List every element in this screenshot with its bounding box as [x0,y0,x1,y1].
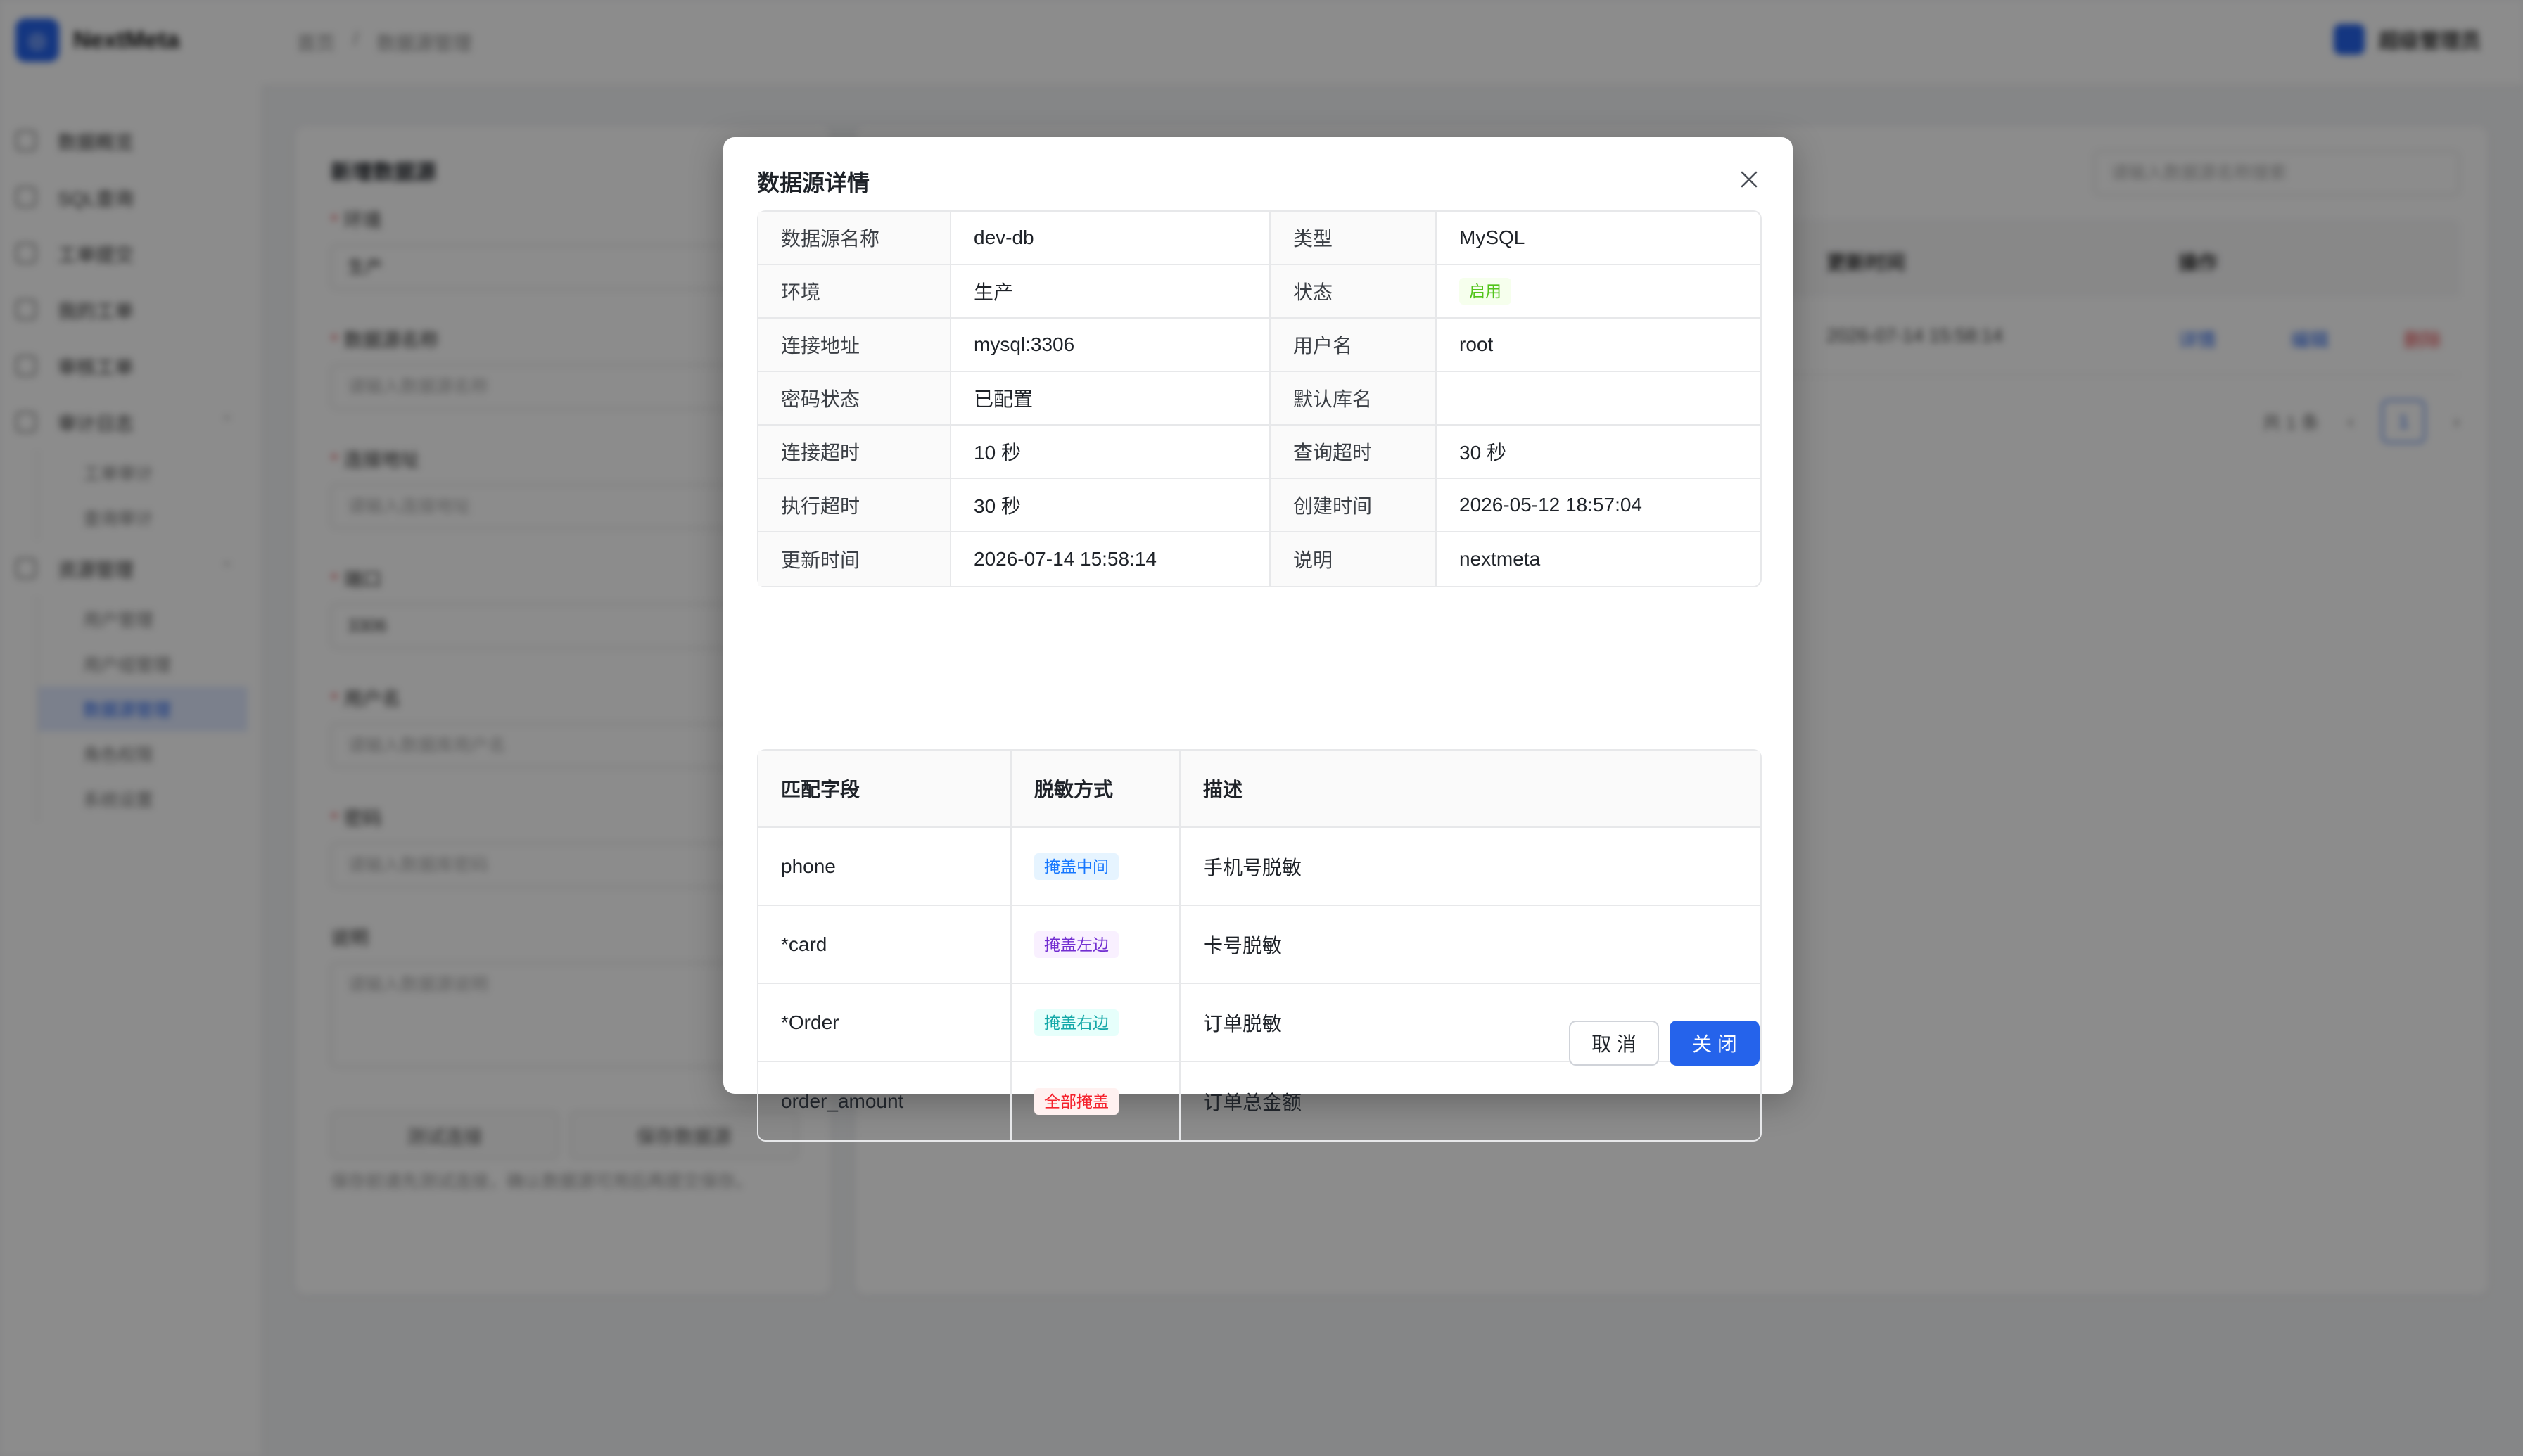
match-field: *card [758,906,1012,984]
method-badge: 全部掩盖 [1034,1087,1119,1115]
password-status-label: 密码状态 [758,372,951,426]
query-timeout-label: 查询超时 [1271,426,1437,479]
updated-time-value: 2026-07-14 15:58:14 [951,532,1271,586]
column-header-description: 描述 [1181,751,1760,828]
method-cell: 全部掩盖 [1012,1062,1181,1140]
host-value: mysql:3306 [951,319,1271,372]
status-label: 状态 [1271,265,1437,319]
method-badge: 掩盖右边 [1034,1009,1119,1036]
created-time-value: 2026-05-12 18:57:04 [1437,479,1760,532]
rule-description: 卡号脱敏 [1181,906,1760,984]
modal-title: 数据源详情 [757,170,870,196]
host-label: 连接地址 [758,319,951,372]
status-badge: 启用 [1459,278,1511,305]
query-timeout-value: 30 秒 [1437,426,1760,479]
info-row: 密码状态 已配置 默认库名 [758,372,1760,426]
info-row: 执行超时 30 秒 创建时间 2026-05-12 18:57:04 [758,479,1760,532]
match-field: phone [758,828,1012,906]
description-value: nextmeta [1459,548,1541,570]
info-row: 环境 生产 状态 启用 [758,265,1760,319]
rule-description: 订单总金额 [1203,1091,1302,1113]
created-time-label: 创建时间 [1271,479,1437,532]
info-row: 连接超时 10 秒 查询超时 30 秒 [758,426,1760,479]
column-header-field: 匹配字段 [758,751,1012,828]
env-label: 环境 [758,265,951,319]
method-badge: 掩盖中间 [1034,852,1119,880]
user-value: root [1437,319,1760,372]
default-db-label: 默认库名 [1271,372,1437,426]
name-value: dev-db [951,212,1271,265]
description-label: 说明 [1271,532,1437,586]
type-value: MySQL [1437,212,1760,265]
datasource-detail-modal: 数据源详情 数据源名称 dev-db 类型 MySQL 环境 生产 状态 启用 … [723,137,1793,1142]
info-row: 数据源名称 dev-db 类型 MySQL [758,212,1760,265]
exec-timeout-value: 30 秒 [951,479,1271,532]
info-row: 更新时间 2026-07-14 15:58:14 说明 nextmeta [758,532,1760,586]
table-row: *card 掩盖左边 卡号脱敏 [758,906,1760,984]
connect-timeout-value: 10 秒 [951,426,1271,479]
exec-timeout-label: 执行超时 [758,479,951,532]
table-row: phone 掩盖中间 手机号脱敏 [758,828,1760,906]
status-cell: 启用 [1437,265,1760,319]
method-cell: 掩盖右边 [1012,984,1181,1062]
user-label: 用户名 [1271,319,1437,372]
cancel-button[interactable]: 取 消 [1569,1021,1659,1066]
env-value: 生产 [951,265,1271,319]
method-cell: 掩盖左边 [1012,906,1181,984]
table-header: 匹配字段 脱敏方式 描述 [758,751,1760,828]
close-icon[interactable] [1732,162,1766,196]
method-badge: 掩盖左边 [1034,931,1119,958]
close-button[interactable]: 关 闭 [1670,1021,1760,1066]
method-cell: 掩盖中间 [1012,828,1181,906]
updated-time-label: 更新时间 [758,532,951,586]
connect-timeout-label: 连接超时 [758,426,951,479]
default-db-value [1437,372,1760,426]
table-row: order_amount 全部掩盖 订单总金额 [758,1062,1760,1140]
column-header-method: 脱敏方式 [1012,751,1181,828]
match-field: *Order [758,984,1012,1062]
match-field: order_amount [758,1062,1012,1140]
close-icon-glyph [1741,171,1758,188]
datasource-info-table: 数据源名称 dev-db 类型 MySQL 环境 生产 状态 启用 连接地址 m… [757,210,1762,587]
name-label: 数据源名称 [758,212,951,265]
info-row: 连接地址 mysql:3306 用户名 root [758,319,1760,372]
password-status-value: 已配置 [951,372,1271,426]
rule-description: 手机号脱敏 [1181,828,1760,906]
masking-rules-table: 匹配字段 脱敏方式 描述 phone 掩盖中间 手机号脱敏 *card 掩盖左边… [757,749,1762,1142]
type-label: 类型 [1271,212,1437,265]
